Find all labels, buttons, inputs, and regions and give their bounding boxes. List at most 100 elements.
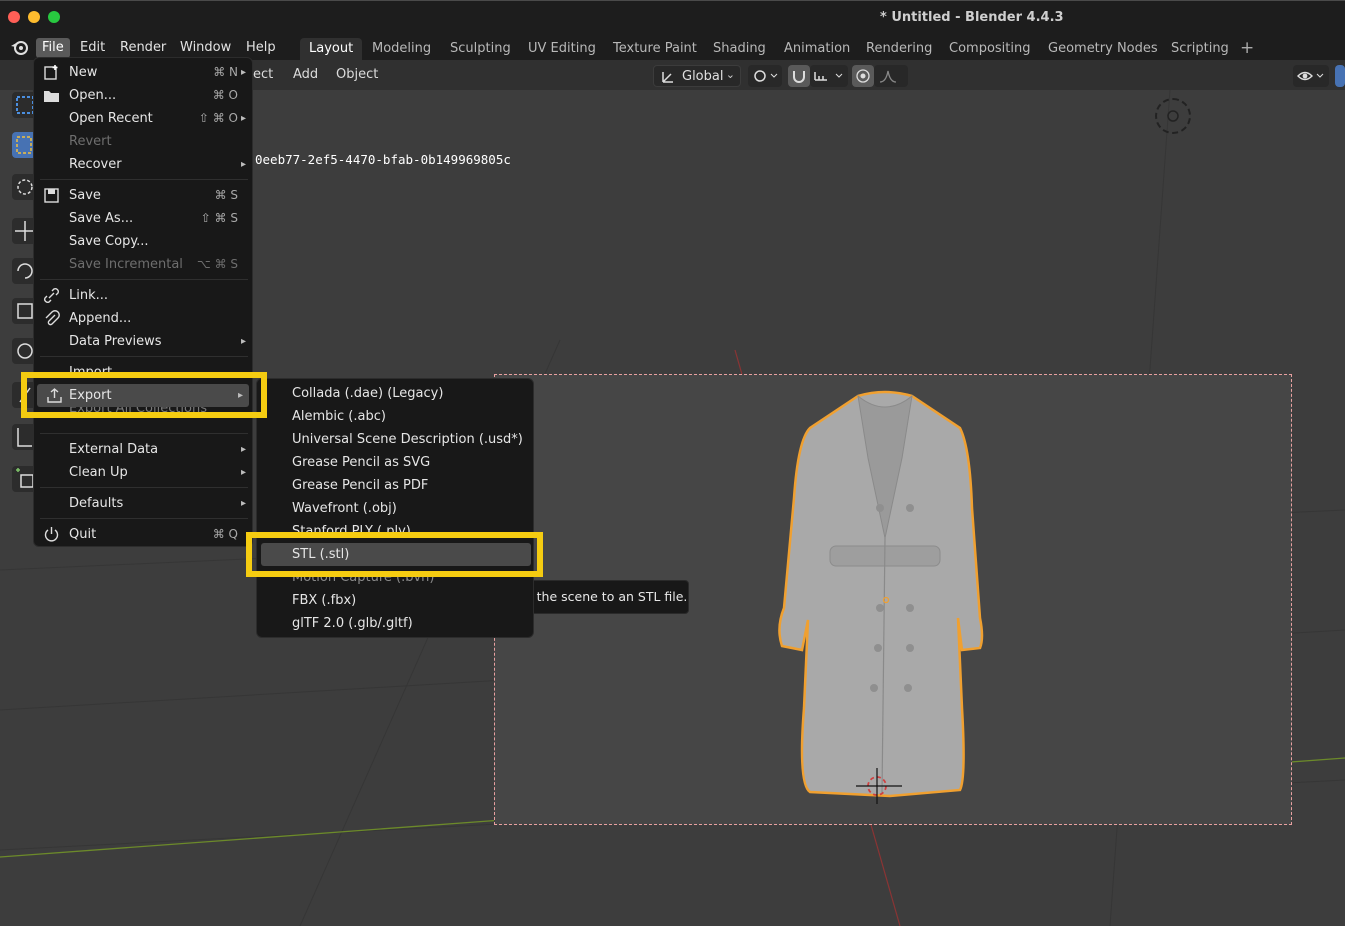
file-clean-up-item[interactable]: Clean Up ▸: [34, 461, 252, 484]
file-data-previews-item[interactable]: Data Previews ▸: [34, 330, 252, 353]
workspace-tab-geometry-nodes[interactable]: Geometry Nodes: [1039, 38, 1167, 60]
export-obj-label: Wavefront (.obj): [292, 501, 397, 516]
export-gltf-item[interactable]: glTF 2.0 (.glb/.gltf): [257, 612, 533, 635]
file-menu-dropdown: New ⌘ N ▸ Open... ⌘ O Open Recent ⇧ ⌘ O …: [33, 57, 253, 547]
submenu-arrow-icon: ▸: [240, 467, 246, 478]
submenu-arrow-icon: ▸: [240, 67, 246, 78]
save-copy-label: Save Copy...: [69, 234, 149, 249]
maximize-window-button[interactable]: [48, 11, 60, 23]
workspace-tab-animation[interactable]: Animation: [775, 38, 859, 60]
eye-icon: [1297, 71, 1324, 81]
menu-file[interactable]: File: [36, 38, 70, 58]
workspace-tab-sculpting[interactable]: Sculpting: [441, 38, 520, 60]
file-open-item[interactable]: Open... ⌘ O: [34, 84, 252, 107]
export-collada-item[interactable]: Collada (.dae) (Legacy): [257, 382, 533, 405]
transform-orientation-dropdown[interactable]: Global ⌄: [653, 65, 741, 87]
close-window-button[interactable]: [8, 11, 20, 23]
snap-toggle[interactable]: [788, 65, 810, 87]
export-fbx-item[interactable]: FBX (.fbx): [257, 589, 533, 612]
select-menu[interactable]: ect: [253, 67, 273, 82]
file-recover-item[interactable]: Recover ▸: [34, 153, 252, 176]
export-submenu: Collada (.dae) (Legacy) Alembic (.abc) U…: [256, 378, 534, 638]
file-save-copy-item[interactable]: Save Copy...: [34, 230, 252, 253]
menu-separator: [40, 356, 248, 357]
submenu-arrow-icon: ▸: [240, 444, 246, 455]
menu-render[interactable]: Render: [114, 38, 172, 58]
file-defaults-item[interactable]: Defaults ▸: [34, 492, 252, 515]
falloff-curve-icon: [879, 70, 897, 83]
export-gp-svg-item[interactable]: Grease Pencil as SVG: [257, 451, 533, 474]
export-fbx-label: FBX (.fbx): [292, 593, 357, 608]
file-save-incremental-item[interactable]: Save Incremental ⌥ ⌘ S: [34, 253, 252, 276]
submenu-arrow-icon: ▸: [240, 159, 246, 170]
file-link-item[interactable]: Link...: [34, 284, 252, 307]
window-title: * Untitled - Blender 4.4.3: [880, 10, 1064, 25]
file-save-as-item[interactable]: Save As... ⇧ ⌘ S: [34, 207, 252, 230]
camera-icon: [1167, 110, 1179, 122]
export-bvh-item[interactable]: Motion Capture (.bvh): [257, 577, 533, 589]
export-gp-pdf-label: Grease Pencil as PDF: [292, 478, 429, 493]
submenu-arrow-icon: ▸: [240, 498, 246, 509]
power-icon: [44, 527, 59, 542]
export-alembic-item[interactable]: Alembic (.abc): [257, 405, 533, 428]
save-incremental-label: Save Incremental: [69, 257, 183, 272]
snap-target-dropdown[interactable]: [810, 65, 848, 87]
stl-highlight-box: [246, 532, 543, 577]
orientation-value: Global: [682, 69, 724, 84]
save-label: Save: [69, 188, 101, 203]
open-recent-label: Open Recent: [69, 111, 153, 126]
proportional-falloff-dropdown[interactable]: [874, 65, 908, 87]
workspace-tab-uv-editing[interactable]: UV Editing: [519, 38, 605, 60]
submenu-arrow-icon: ▸: [240, 336, 246, 347]
file-append-item[interactable]: Append...: [34, 307, 252, 330]
file-open-recent-item[interactable]: Open Recent ⇧ ⌘ O ▸: [34, 107, 252, 130]
proportional-editing-toggle[interactable]: [852, 65, 874, 87]
menu-window[interactable]: Window: [174, 38, 237, 58]
file-quit-item[interactable]: Quit ⌘ Q: [34, 523, 252, 546]
pivot-point-dropdown[interactable]: [748, 65, 782, 87]
workspace-tab-scripting[interactable]: Scripting: [1162, 38, 1238, 60]
object-menu[interactable]: Object: [336, 67, 378, 82]
clean-up-label: Clean Up: [69, 465, 128, 480]
new-label: New: [69, 65, 98, 80]
export-gltf-label: glTF 2.0 (.glb/.gltf): [292, 616, 413, 631]
file-external-data-item[interactable]: External Data ▸: [34, 438, 252, 461]
minimize-window-button[interactable]: [28, 11, 40, 23]
workspace-tab-modeling[interactable]: Modeling: [363, 38, 440, 60]
export-usd-item[interactable]: Universal Scene Description (.usd*): [257, 428, 533, 451]
revert-label: Revert: [69, 134, 112, 149]
file-new-item[interactable]: New ⌘ N ▸: [34, 61, 252, 84]
new-file-icon: [44, 65, 58, 80]
camera-view-gizmo[interactable]: [1155, 98, 1191, 134]
add-menu[interactable]: Add: [293, 67, 318, 82]
file-revert-item[interactable]: Revert: [34, 130, 252, 153]
workspace-tab-layout[interactable]: Layout: [300, 38, 363, 60]
proportional-edit-icon: [856, 69, 870, 83]
menu-edit[interactable]: Edit: [74, 38, 111, 58]
blender-logo-icon[interactable]: [10, 38, 30, 56]
3d-cursor-icon[interactable]: [856, 768, 902, 804]
file-save-item[interactable]: Save ⌘ S: [34, 184, 252, 207]
open-recent-shortcut: ⇧ ⌘ O: [198, 111, 238, 125]
append-label: Append...: [69, 311, 132, 326]
add-workspace-button[interactable]: +: [1240, 38, 1254, 58]
workspace-tab-texture-paint[interactable]: Texture Paint: [604, 38, 706, 60]
open-label: Open...: [69, 88, 117, 103]
workspace-tab-rendering[interactable]: Rendering: [857, 38, 941, 60]
menu-help[interactable]: Help: [240, 38, 282, 58]
export-highlight-box: [21, 372, 267, 418]
trench-coat-object[interactable]: [770, 388, 1000, 806]
export-ply-item[interactable]: Stanford PLY (.ply): [257, 520, 533, 532]
workspace-tab-shading[interactable]: Shading: [704, 38, 775, 60]
magnet-icon: [793, 71, 805, 83]
paperclip-icon: [45, 310, 60, 326]
gizmo-toggle[interactable]: [1335, 65, 1345, 87]
new-shortcut: ⌘ N: [213, 65, 238, 79]
defaults-label: Defaults: [69, 496, 124, 511]
recover-label: Recover: [69, 157, 122, 172]
visibility-dropdown[interactable]: [1293, 65, 1329, 87]
workspace-tab-compositing[interactable]: Compositing: [940, 38, 1040, 60]
export-gp-pdf-item[interactable]: Grease Pencil as PDF: [257, 474, 533, 497]
external-data-label: External Data: [69, 442, 159, 457]
export-obj-item[interactable]: Wavefront (.obj): [257, 497, 533, 520]
